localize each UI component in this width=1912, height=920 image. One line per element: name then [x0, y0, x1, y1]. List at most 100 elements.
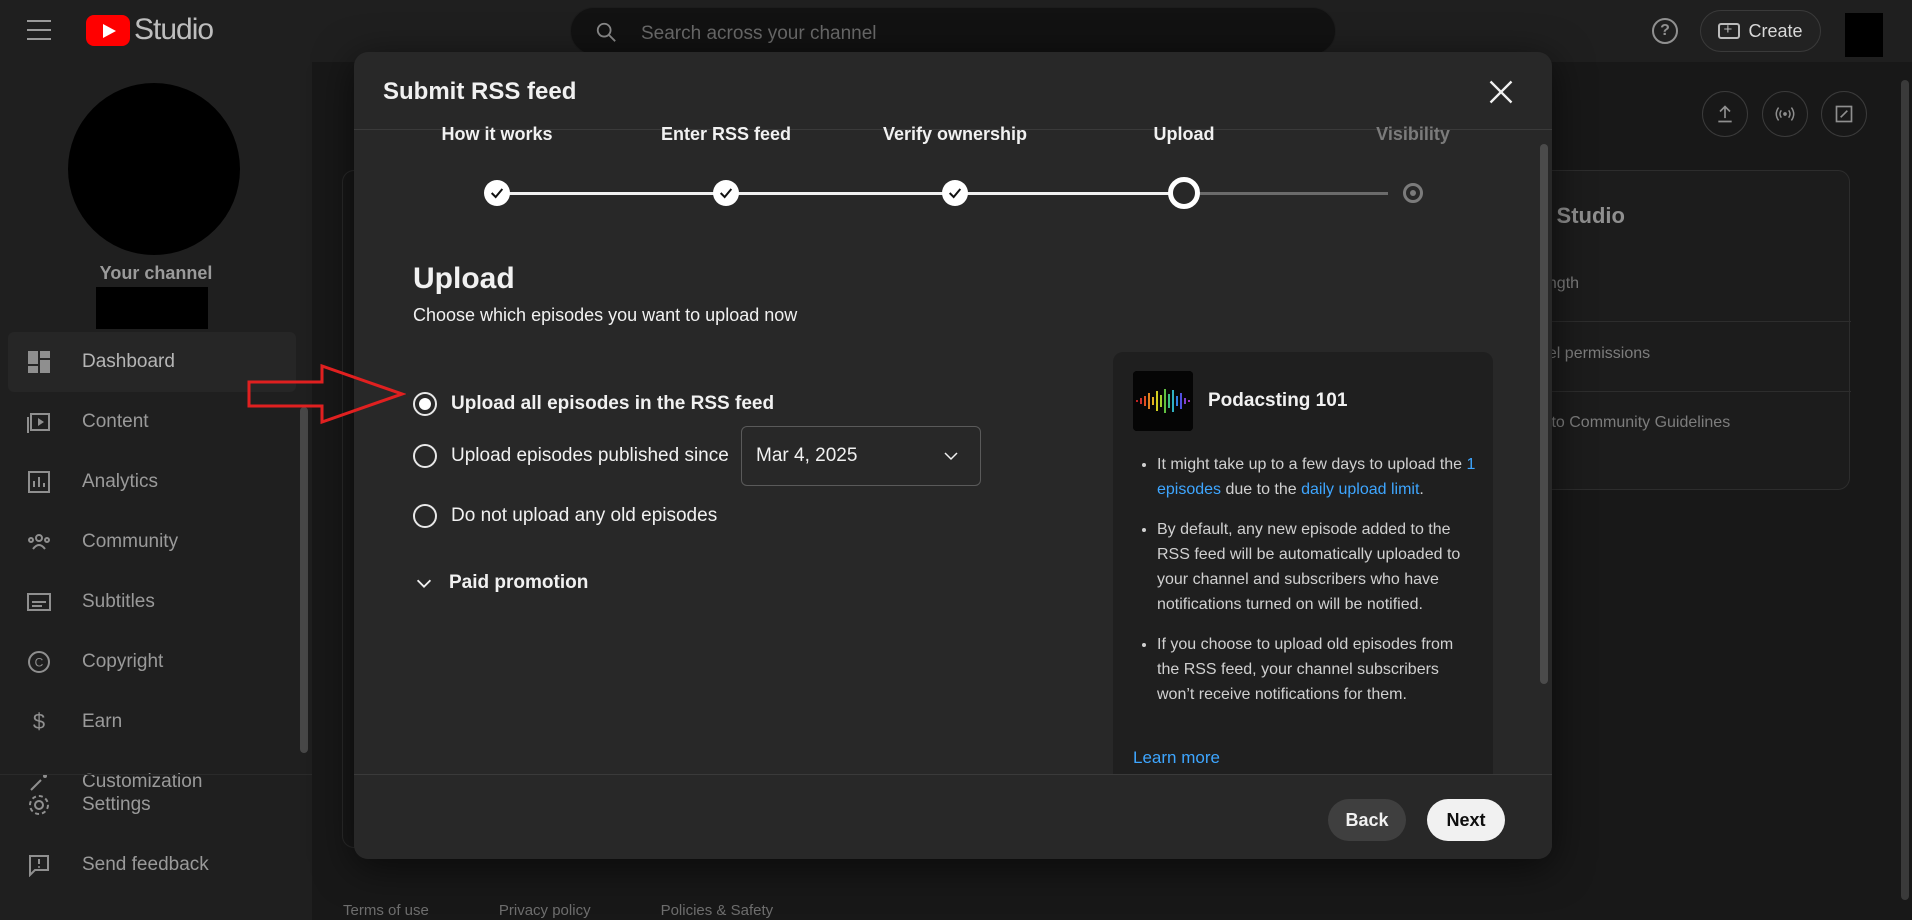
step-label: Enter RSS feed: [660, 124, 792, 144]
option-label: Do not upload any old episodes: [451, 505, 718, 526]
feedback-icon: [26, 852, 52, 878]
chevron-down-icon: [416, 579, 432, 588]
create-video-icon: [1718, 21, 1741, 39]
copyright-icon: C: [26, 649, 52, 675]
community-icon: [26, 529, 52, 555]
close-icon[interactable]: [1487, 78, 1515, 106]
sidebar-item-community[interactable]: Community: [8, 512, 296, 572]
channel-name: [96, 287, 208, 329]
future-step-indicator: [1403, 183, 1423, 203]
annotation-arrow-icon: [247, 363, 406, 425]
sidebar-item-label: Subtitles: [82, 591, 155, 612]
info-bullet: By default, any new episode added to the…: [1157, 517, 1477, 617]
sidebar-item-label: Send feedback: [82, 854, 209, 875]
check-icon: [713, 180, 739, 206]
dialog-footer: Back Next: [354, 774, 1552, 859]
content-icon: [26, 409, 52, 435]
sidebar-item-settings[interactable]: Settings: [8, 775, 312, 835]
gear-icon: [26, 792, 52, 818]
step-label: Visibility: [1376, 124, 1450, 144]
section-subtitle: Choose which episodes you want to upload…: [413, 305, 798, 325]
option-label: Upload all episodes in the RSS feed: [451, 393, 775, 414]
page-footer-links: Terms of use Privacy policy Policies & Saf…: [343, 902, 843, 919]
live-icon[interactable]: [1762, 91, 1808, 137]
edit-icon[interactable]: [1821, 91, 1867, 137]
dollar-icon: $: [26, 709, 52, 735]
chevron-down-icon: [944, 452, 958, 461]
channel-label: Your channel: [99, 263, 213, 283]
option-upload-all[interactable]: Upload all episodes in the RSS feed: [413, 392, 774, 416]
radio-unselected[interactable]: [413, 504, 437, 528]
paid-promotion-toggle[interactable]: Paid promotion: [413, 572, 588, 594]
dialog-title: Submit RSS feed: [383, 78, 577, 105]
youtube-logo-icon: [86, 14, 130, 46]
submit-rss-feed-dialog: Submit RSS feed How it works Enter RSS f…: [354, 52, 1552, 859]
info-bullet: It might take up to a few days to upload…: [1157, 452, 1477, 502]
sidebar-item-label: Community: [82, 531, 179, 552]
sidebar-item-label: Content: [82, 411, 149, 432]
menu-icon[interactable]: [27, 20, 51, 40]
sidebar-item-label: Analytics: [82, 471, 159, 492]
upload-icon[interactable]: [1702, 91, 1748, 137]
check-icon: [484, 180, 510, 206]
svg-text:C: C: [35, 656, 44, 670]
daily-upload-limit-link[interactable]: daily upload limit: [1301, 481, 1419, 498]
step-label: How it works: [441, 124, 553, 144]
paid-promotion-label: Paid promotion: [449, 572, 589, 593]
page-scrollbar[interactable]: [1901, 80, 1909, 900]
help-icon[interactable]: ?: [1652, 18, 1678, 44]
sidebar-bottom: Settings Send feedback: [0, 774, 312, 895]
step-label: Verify ownership: [882, 124, 1028, 144]
podcast-name: Podacsting 101: [1208, 390, 1348, 411]
date-dropdown[interactable]: Mar 4, 2025: [741, 426, 981, 486]
back-button[interactable]: Back: [1328, 799, 1406, 841]
sidebar-item-analytics[interactable]: Analytics: [8, 452, 296, 512]
divider: [1501, 321, 1851, 322]
stepper-progress-line: [497, 192, 1176, 195]
dialog-scrollbar[interactable]: [1540, 144, 1548, 684]
sidebar-item-earn[interactable]: $ Earn: [8, 692, 296, 752]
account-avatar[interactable]: [1845, 13, 1883, 57]
sidebar: Your channel Dashboard Content Analytics…: [0, 62, 312, 920]
svg-text:$: $: [33, 710, 45, 734]
logo-text: Studio: [134, 13, 214, 46]
footer-link-terms[interactable]: Terms of use: [343, 902, 429, 919]
dashboard-icon: [26, 349, 52, 375]
background-card-row: s to Community Guidelines: [1539, 414, 1731, 431]
create-button[interactable]: Create: [1700, 10, 1821, 52]
divider: [1501, 391, 1851, 392]
footer-link-privacy[interactable]: Privacy policy: [499, 902, 591, 919]
next-button[interactable]: Next: [1427, 799, 1505, 841]
create-button-label: Create: [1748, 20, 1803, 41]
radio-selected[interactable]: [413, 392, 437, 416]
option-label: Upload episodes published since: [451, 445, 729, 466]
dialog-header: Submit RSS feed: [354, 52, 1552, 130]
info-bullets: It might take up to a few days to upload…: [1157, 452, 1477, 722]
stepper-remaining-line: [1176, 192, 1388, 195]
subtitles-icon: [26, 589, 52, 615]
background-news-card: n Studio ength nel permissions s to Comm…: [1500, 170, 1851, 490]
sidebar-item-copyright[interactable]: C Copyright: [8, 632, 296, 692]
sidebar-scrollbar[interactable]: [300, 407, 308, 753]
sidebar-item-label: Settings: [82, 794, 151, 815]
podcast-thumbnail: [1133, 371, 1193, 431]
sidebar-item-label: Dashboard: [82, 351, 175, 372]
search-bar[interactable]: Search across your channel: [570, 7, 1336, 55]
option-no-old-episodes[interactable]: Do not upload any old episodes: [413, 504, 717, 528]
learn-more-link[interactable]: Learn more: [1133, 748, 1220, 768]
info-bullet: If you choose to upload old episodes fro…: [1157, 632, 1477, 707]
option-upload-since[interactable]: Upload episodes published since: [413, 444, 729, 468]
current-step-indicator: [1168, 177, 1200, 209]
radio-unselected[interactable]: [413, 444, 437, 468]
section-title: Upload: [413, 262, 515, 295]
step-label: Upload: [1153, 124, 1215, 144]
studio-logo[interactable]: Studio: [86, 13, 214, 47]
sidebar-item-subtitles[interactable]: Subtitles: [8, 572, 296, 632]
analytics-icon: [26, 469, 52, 495]
channel-avatar[interactable]: [68, 83, 240, 255]
sidebar-item-label: Copyright: [82, 651, 164, 672]
search-input[interactable]: Search across your channel: [641, 23, 877, 45]
sidebar-item-label: Earn: [82, 711, 123, 732]
footer-link-policies[interactable]: Policies & Safety: [661, 902, 774, 919]
sidebar-item-send-feedback[interactable]: Send feedback: [8, 835, 312, 895]
